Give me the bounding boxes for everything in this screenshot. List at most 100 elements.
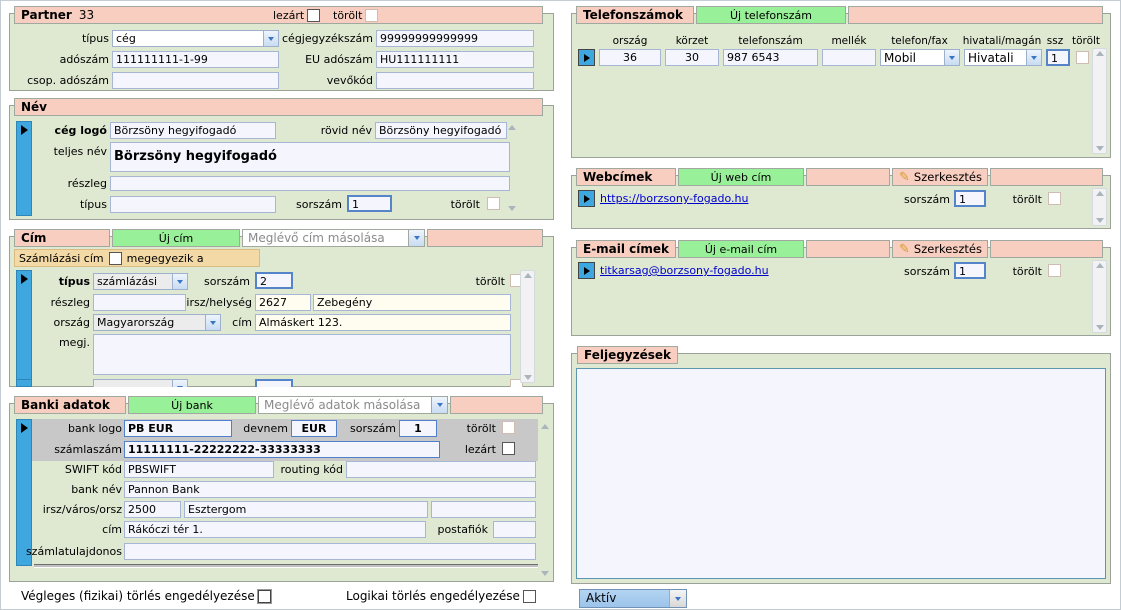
email-sorszam-field[interactable]: 1 (954, 262, 986, 279)
web-torolt-checkbox[interactable] (1048, 192, 1061, 205)
phone-hivatali-dropdown[interactable]: Hivatali (964, 49, 1042, 66)
fizikai-torles-checkbox[interactable] (258, 590, 271, 603)
bank-nev-field[interactable]: Pannon Bank (124, 481, 536, 498)
chevron-down-icon[interactable] (172, 274, 187, 289)
bank-sorszam-field[interactable]: 1 (399, 420, 437, 437)
phone-telefonszam-field[interactable]: 987 6543 (723, 49, 818, 66)
szamlazasi-cim-checkbox[interactable] (109, 252, 122, 265)
uj-web-cim-button[interactable]: Új web cím (678, 168, 804, 186)
col-torolt: törölt (1066, 35, 1106, 47)
email-title: E-mail címek (583, 242, 669, 256)
szamlazasi-cim-bar: Számlázási cím megegyezik a (14, 249, 260, 267)
web-url-link[interactable]: https://borzsony-fogado.hu (600, 192, 748, 205)
chevron-down-icon[interactable] (1026, 50, 1041, 65)
cim-sorszam-field[interactable]: 2 (255, 272, 293, 289)
bank-varos-field[interactable]: Esztergom (184, 501, 428, 518)
phone-ssz-field[interactable]: 1 (1046, 49, 1070, 66)
uj-telefonszam-button[interactable]: Új telefonszám (696, 6, 846, 24)
cim-scrollbar[interactable] (520, 270, 535, 383)
teljes-nev-field[interactable]: Börzsöny hegyifogadó (110, 142, 510, 172)
scroll-up-icon[interactable] (1096, 51, 1104, 56)
cegjegyzekszam-label: cégjegyzékszám (233, 31, 373, 48)
scroll-up-icon[interactable] (1096, 263, 1104, 268)
irsz-field[interactable]: 2627 (255, 294, 311, 311)
scroll-down-icon[interactable] (1096, 218, 1104, 223)
email-torolt-checkbox[interactable] (1048, 264, 1061, 277)
phones-scrollbar[interactable] (1092, 48, 1107, 154)
vevokod-field[interactable] (376, 72, 534, 89)
orszag-dropdown[interactable]: Magyarország (93, 314, 221, 331)
routing-field[interactable] (346, 461, 536, 478)
web-row-selector[interactable] (578, 190, 595, 207)
horizontal-scrollbar[interactable] (34, 564, 538, 568)
nev-sorszam-field[interactable]: 1 (347, 195, 392, 212)
phone-orszag-field[interactable]: 36 (599, 49, 661, 66)
bank-logo-field[interactable]: PB EUR (124, 420, 232, 437)
cim-field[interactable]: Almáskert 123. (255, 314, 511, 331)
bank-orsz-field[interactable] (431, 501, 536, 518)
scroll-up-icon[interactable] (524, 273, 532, 278)
notes-textarea[interactable] (576, 368, 1106, 579)
phone-telefon-fax-dropdown[interactable]: Mobil (880, 49, 960, 66)
bank-section: Banki adatok Új bank Meglévő adatok máso… (9, 403, 554, 582)
web-torolt-label: törölt (1004, 192, 1042, 209)
szamlaszam-field[interactable]: 11111111-22222222-33333333 (124, 441, 440, 458)
postafiok-field[interactable] (493, 521, 536, 538)
swift-field[interactable]: PBSWIFT (124, 461, 274, 478)
scroll-down-icon[interactable] (1096, 325, 1104, 330)
scroll-down-icon[interactable] (538, 567, 552, 580)
uj-bank-button[interactable]: Új bank (128, 396, 256, 414)
cim-title: Cím (21, 231, 46, 245)
devnem-field[interactable]: EUR (291, 420, 337, 437)
cegjegyzekszam-field[interactable]: 99999999999999 (376, 30, 534, 47)
scroll-up-icon[interactable] (1096, 191, 1104, 196)
fizikai-torles-item: Végleges (fizikai) törlés engedélyezése (21, 589, 271, 603)
nev-sorszam-label: sorszám (280, 197, 342, 214)
devnem-label: devnem (232, 421, 288, 438)
status-dropdown[interactable]: Aktív (579, 589, 687, 608)
phone-korzet-field[interactable]: 30 (665, 49, 719, 66)
uj-email-cim-button[interactable]: Új e-mail cím (678, 240, 804, 258)
cim-tipus-dropdown[interactable]: számlázási (93, 273, 188, 290)
chevron-down-icon[interactable] (431, 397, 447, 413)
web-scrollbar[interactable] (1092, 188, 1107, 226)
phone-row-selector[interactable] (578, 49, 595, 66)
uj-cim-button[interactable]: Új cím (112, 229, 240, 247)
nev-torolt-checkbox[interactable] (487, 197, 500, 210)
ceg-logo-field[interactable]: Börzsöny hegyifogadó (110, 122, 276, 139)
cim-copy-dropdown[interactable]: Meglévő cím másolása (242, 229, 425, 247)
rovid-nev-field[interactable]: Börzsöny hegyifogadó (375, 122, 507, 139)
email-scrollbar[interactable] (1092, 260, 1107, 333)
scroll-down-icon[interactable] (1096, 146, 1104, 151)
bank-irsz-field[interactable]: 2500 (124, 501, 181, 518)
scroll-down-icon[interactable] (524, 375, 532, 380)
scroll-down-icon[interactable] (505, 202, 519, 215)
megj-textarea[interactable] (93, 334, 511, 375)
web-sorszam-field[interactable]: 1 (954, 190, 986, 207)
eu-adoszam-field[interactable]: HU111111111 (376, 51, 534, 68)
partner-torolt-checkbox[interactable] (365, 9, 378, 22)
scroll-up-icon[interactable] (505, 121, 519, 134)
bank-copy-dropdown[interactable]: Meglévő adatok másolása (258, 396, 448, 414)
email-row-selector[interactable] (578, 262, 595, 279)
tipus-label: típus (12, 31, 109, 48)
email-address-link[interactable]: titkarsag@borzsony-fogado.hu (600, 264, 769, 277)
bank-lezart-checkbox[interactable] (502, 442, 515, 455)
szamlatulajdonos-field[interactable] (124, 543, 536, 560)
phone-torolt-checkbox[interactable] (1076, 51, 1089, 64)
chevron-down-icon[interactable] (944, 50, 959, 65)
email-szerkesztes-button[interactable]: ✎ Szerkesztés (892, 240, 988, 258)
chevron-down-icon[interactable] (669, 590, 686, 607)
phone-mellek-field[interactable] (822, 49, 876, 66)
bank-cim-field[interactable]: Rákóczi tér 1. (124, 521, 426, 538)
partner-lezart-checkbox[interactable] (307, 9, 320, 22)
eu-adoszam-label: EU adószám (233, 52, 373, 69)
nev-tipus-field[interactable] (110, 196, 276, 213)
bank-torolt-checkbox[interactable] (502, 421, 515, 434)
web-szerkesztes-button[interactable]: ✎ Szerkesztés (892, 168, 988, 186)
helyseg-field[interactable]: Zebegény (313, 294, 511, 311)
chevron-down-icon[interactable] (408, 230, 424, 246)
reszleg-field[interactable] (110, 176, 510, 191)
logikai-torles-checkbox[interactable] (523, 590, 536, 603)
scroll-up-icon[interactable] (538, 420, 552, 433)
